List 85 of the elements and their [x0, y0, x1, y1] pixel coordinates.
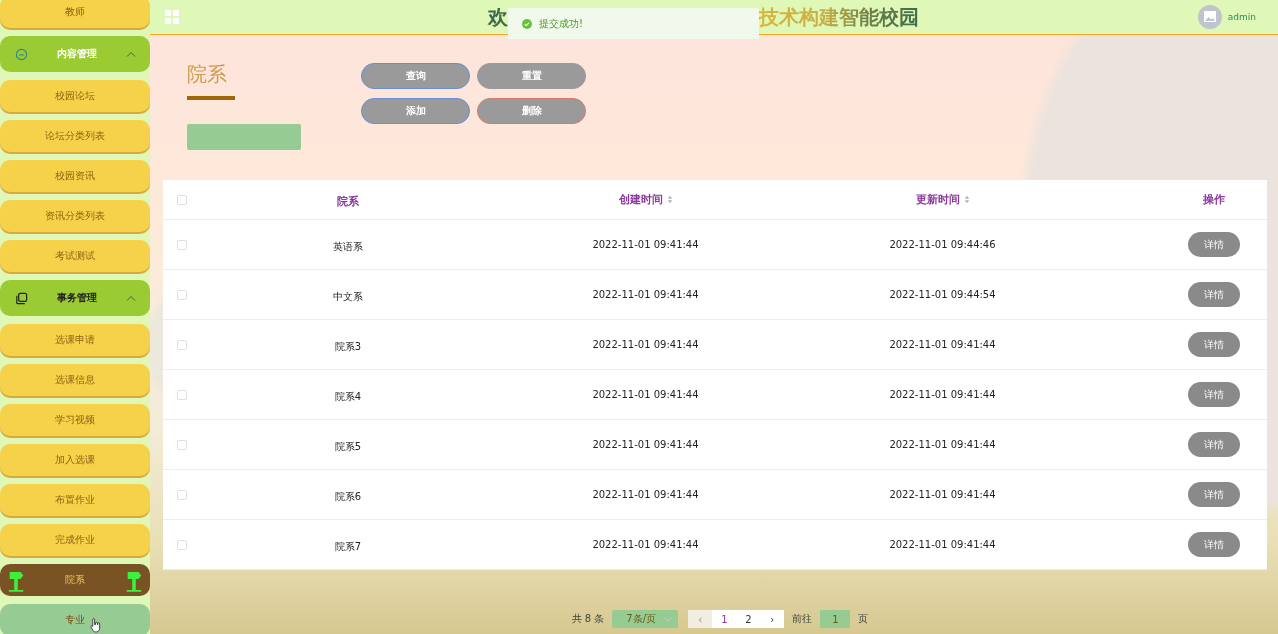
- checkbox[interactable]: [177, 539, 187, 550]
- table-cell: 2022-11-01 09:44:54: [889, 289, 996, 300]
- group-label: 内容管理: [56, 47, 98, 61]
- action-button[interactable]: 删除: [477, 98, 586, 124]
- table-cell: 英语系: [333, 241, 363, 252]
- table-cell: 2022-11-01 09:41:44: [889, 439, 996, 450]
- table-cell: 2022-11-01 09:41:44: [889, 339, 996, 350]
- sidebar-item[interactable]: 资讯分类列表: [0, 200, 150, 232]
- page-number[interactable]: 1: [712, 610, 737, 628]
- total-count: 共 8 条: [571, 612, 605, 626]
- sidebar-item[interactable]: 专业: [0, 604, 150, 634]
- avatar-image-icon[interactable]: [1197, 5, 1222, 29]
- table-cell: 2022-11-01 09:41:44: [592, 339, 699, 350]
- sidebar-item[interactable]: 完成作业: [0, 524, 150, 556]
- table-cell: 2022-11-01 09:41:44: [592, 439, 699, 450]
- sidebar-item[interactable]: 选课申请: [0, 324, 150, 356]
- page-number[interactable]: 2: [736, 610, 761, 628]
- details-button[interactable]: 详情: [1188, 232, 1240, 257]
- previous-page-button[interactable]: ‹: [688, 610, 713, 628]
- table-cell: 2022-11-01 09:41:44: [592, 539, 699, 550]
- column-header[interactable]: 创建时间: [618, 192, 673, 207]
- sort-icon: [963, 195, 970, 204]
- success-icon: [521, 18, 532, 29]
- page-title: 院系: [187, 61, 228, 88]
- sidebar-item[interactable]: 院系: [0, 564, 150, 596]
- table-cell: 院系7: [334, 541, 362, 552]
- sidebar-item[interactable]: 校园资讯: [0, 160, 150, 192]
- table-cell: 2022-11-01 09:44:46: [889, 239, 996, 250]
- details-button[interactable]: 详情: [1188, 332, 1240, 357]
- sort-icon: [666, 195, 673, 204]
- details-button[interactable]: 详情: [1188, 532, 1240, 557]
- details-button[interactable]: 详情: [1188, 432, 1240, 457]
- sidebar-item[interactable]: 考试测试: [0, 240, 150, 272]
- next-page-button[interactable]: ›: [760, 610, 785, 628]
- column-header[interactable]: 院系: [337, 194, 359, 209]
- table-cell: 院系3: [334, 341, 362, 352]
- sidebar-item[interactable]: 教师: [0, 0, 150, 28]
- checkbox[interactable]: [177, 239, 187, 250]
- table-cell: 院系6: [334, 491, 362, 502]
- sidebar-group[interactable]: 事务管理: [0, 280, 150, 316]
- page-input[interactable]: 1: [820, 610, 851, 628]
- group-label: 事务管理: [56, 291, 98, 305]
- column-header[interactable]: 更新时间: [915, 192, 970, 207]
- table-cell: 2022-11-01 09:41:44: [592, 489, 699, 500]
- user-name[interactable]: admin: [1227, 12, 1256, 22]
- table-cell: 2022-11-01 09:41:44: [592, 239, 699, 250]
- checkbox[interactable]: [177, 289, 187, 300]
- sidebar-item[interactable]: 校园论坛: [0, 80, 150, 112]
- sidebar-item[interactable]: 布置作业: [0, 484, 150, 516]
- action-button[interactable]: 重置: [477, 63, 586, 89]
- page-unit-label: 页: [858, 612, 869, 626]
- chevron-icon: [126, 51, 136, 57]
- checkbox[interactable]: [177, 489, 187, 500]
- grid-menu-icon[interactable]: [165, 10, 179, 24]
- details-button[interactable]: 详情: [1188, 282, 1240, 307]
- table-cell: 2022-11-01 09:41:44: [592, 289, 699, 300]
- checkbox[interactable]: [177, 339, 187, 350]
- table-cell: 中文系: [333, 291, 363, 302]
- table-cell: 2022-11-01 09:41:44: [889, 489, 996, 500]
- sidebar-item[interactable]: 选课信息: [0, 364, 150, 396]
- column-header[interactable]: 操作: [1203, 192, 1225, 207]
- checkbox[interactable]: [177, 194, 187, 205]
- search-field[interactable]: [187, 124, 301, 150]
- table-cell: 院系4: [334, 391, 362, 402]
- checkbox[interactable]: [177, 439, 187, 450]
- checkbox[interactable]: [177, 389, 187, 400]
- action-button[interactable]: 添加: [361, 98, 470, 124]
- caret-icon: [664, 616, 673, 622]
- table-cell: 院系5: [334, 441, 362, 452]
- details-button[interactable]: 详情: [1188, 482, 1240, 507]
- copy-icon: [15, 291, 28, 305]
- table-cell: 2022-11-01 09:41:44: [889, 539, 996, 550]
- table-cell: 2022-11-01 09:41:44: [592, 389, 699, 400]
- sidebar-item[interactable]: 加入选课: [0, 444, 150, 476]
- details-button[interactable]: 详情: [1188, 382, 1240, 407]
- site-title: 欢: [487, 4, 508, 31]
- sidebar-item[interactable]: 学习视频: [0, 404, 150, 436]
- page-size-select[interactable]: 7条/页: [612, 610, 679, 628]
- sidebar-item[interactable]: 论坛分类列表: [0, 120, 150, 152]
- toast-message: 提交成功!: [538, 16, 583, 31]
- pointer-cursor-icon: [90, 618, 101, 633]
- action-button[interactable]: 查询: [361, 63, 470, 89]
- chevron-icon: [126, 295, 136, 301]
- table-cell: 2022-11-01 09:41:44: [889, 389, 996, 400]
- goto-label: 前往: [792, 612, 813, 626]
